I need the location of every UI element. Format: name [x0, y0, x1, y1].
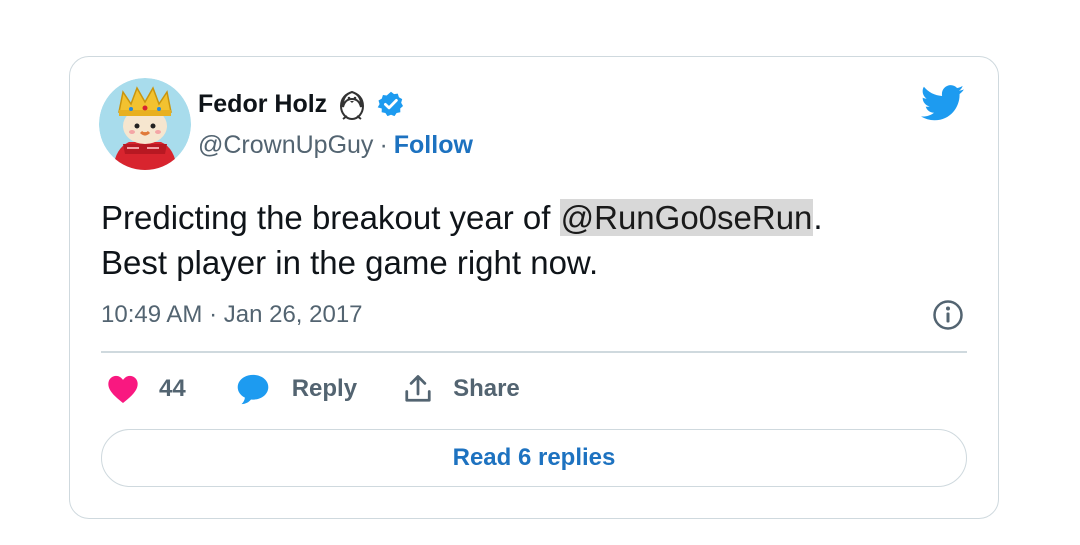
tweet-text: Predicting the breakout year of @RunGo0s… — [101, 195, 961, 285]
verified-badge-icon — [377, 90, 405, 118]
author-name-row: Fedor Holz — [198, 87, 405, 121]
author-display-name[interactable]: Fedor Holz — [198, 90, 327, 119]
read-replies-label: Read 6 replies — [452, 444, 616, 471]
tweet-timestamp[interactable]: 10:49 AM · Jan 26, 2017 — [101, 301, 363, 329]
tweet-card: Fedor Holz @CrownUpGuy · Follow Predicti… — [69, 56, 999, 519]
avatar[interactable] — [99, 78, 191, 170]
twitter-bird-icon[interactable] — [920, 85, 965, 121]
reply-bubble-icon — [237, 374, 269, 405]
author-handle-row: @CrownUpGuy · Follow — [198, 131, 473, 160]
share-icon — [405, 375, 431, 402]
tweet-text-line-1: Predicting the breakout year of @RunGo0s… — [101, 195, 961, 240]
reply-button[interactable]: Reply — [236, 373, 403, 405]
tweet-text-line-2: Best player in the game right now. — [101, 244, 599, 281]
follow-button[interactable]: Follow — [394, 131, 473, 160]
divider — [101, 351, 967, 353]
share-button[interactable]: Share — [403, 374, 520, 404]
author-handle[interactable]: @CrownUpGuy — [198, 131, 373, 160]
tweet-actions: 44 Reply Share — [107, 373, 520, 405]
info-icon[interactable] — [932, 299, 964, 331]
share-label: Share — [453, 375, 520, 402]
reply-label: Reply — [291, 375, 358, 402]
heart-icon — [108, 375, 138, 403]
like-button[interactable]: 44 — [107, 374, 236, 404]
mention-link[interactable]: @RunGo0seRun — [559, 199, 814, 236]
handle-separator: · — [379, 131, 388, 159]
read-replies-button[interactable]: Read 6 replies — [101, 429, 967, 487]
penguin-emoji-icon — [335, 87, 369, 121]
like-count: 44 — [159, 375, 186, 402]
tweet-text-after: . — [813, 199, 823, 236]
tweet-text-before: Predicting the breakout year of — [101, 199, 560, 236]
